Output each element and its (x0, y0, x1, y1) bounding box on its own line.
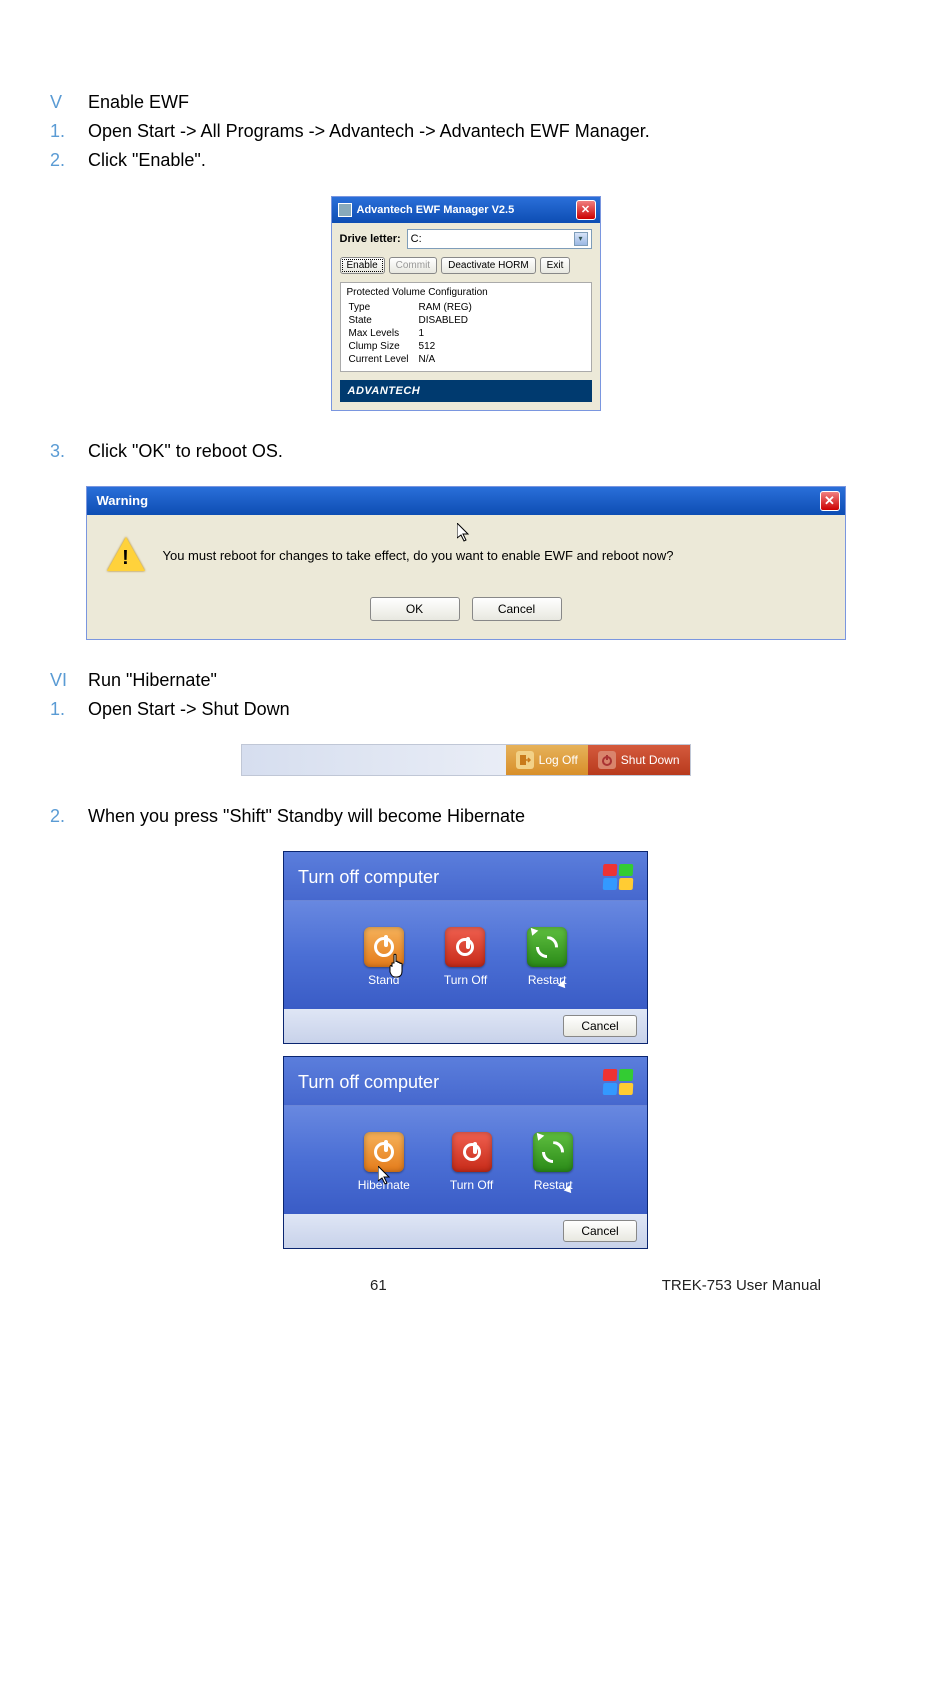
logoff-label: Log Off (539, 753, 578, 767)
standby-button[interactable]: Stand (364, 927, 404, 987)
config-row: Max Levels1 (349, 328, 480, 339)
drive-select[interactable]: C: ▾ (407, 229, 592, 249)
step-num: 2. (50, 804, 88, 829)
turnoff-icon (452, 1132, 492, 1172)
deactivate-horm-button[interactable]: Deactivate HORM (441, 257, 536, 274)
turnoff-label: Turn Off (444, 973, 487, 987)
app-icon (338, 203, 352, 217)
config-row: StateDISABLED (349, 315, 480, 326)
step-v-1: 1. Open Start -> All Programs -> Advante… (50, 119, 881, 144)
logoff-icon (516, 751, 534, 769)
step-text: Open Start -> Shut Down (88, 697, 290, 722)
start-menu-bottom-bar: Log Off Shut Down (241, 744, 691, 776)
section-v-numeral: V (50, 90, 88, 115)
section-vi: VI Run "Hibernate" (50, 668, 881, 693)
step-num: 1. (50, 119, 88, 144)
section-vi-title: Run "Hibernate" (88, 668, 217, 693)
windows-logo-icon (601, 862, 635, 892)
config-row: Current LevelN/A (349, 354, 480, 365)
turn-off-title: Turn off computer (298, 867, 439, 888)
logoff-button[interactable]: Log Off (506, 745, 588, 775)
step-num: 1. (50, 697, 88, 722)
restart-icon (533, 1132, 573, 1172)
step-text: Open Start -> All Programs -> Advantech … (88, 119, 650, 144)
chevron-down-icon: ▾ (574, 232, 588, 246)
doc-title: TREK-753 User Manual (662, 1277, 821, 1294)
shutdown-label: Shut Down (621, 753, 680, 767)
drive-value: C: (411, 233, 422, 245)
turn-off-computer-dialog-standby: Turn off computer Stand Turn Off Resta (283, 851, 648, 1044)
warning-titlebar: Warning ✕ (87, 487, 845, 515)
hibernate-button[interactable]: Hibernate (358, 1132, 410, 1192)
warning-icon: ! (107, 537, 145, 575)
cursor-arrow-icon (378, 1166, 392, 1186)
ok-button[interactable]: OK (370, 597, 460, 621)
warning-title-text: Warning (97, 493, 820, 508)
turn-off-title: Turn off computer (298, 1072, 439, 1093)
step-num: 3. (50, 439, 88, 464)
close-icon[interactable]: ✕ (576, 200, 596, 220)
warning-dialog: Warning ✕ ! You must reboot for changes … (86, 486, 846, 640)
drive-label: Drive letter: (340, 233, 401, 245)
cancel-button[interactable]: Cancel (472, 597, 562, 621)
turnoff-label: Turn Off (450, 1178, 493, 1192)
restart-icon (527, 927, 567, 967)
enable-button[interactable]: Enable (340, 257, 385, 274)
shutdown-icon (598, 751, 616, 769)
close-icon[interactable]: ✕ (820, 491, 840, 511)
commit-button[interactable]: Commit (389, 257, 437, 274)
turnoff-icon (445, 927, 485, 967)
restart-button[interactable]: Restart (533, 1132, 573, 1192)
config-row: TypeRAM (REG) (349, 302, 480, 313)
step-vi-2: 2. When you press "Shift" Standby will b… (50, 804, 881, 829)
ewf-title-text: Advantech EWF Manager V2.5 (357, 204, 576, 216)
config-header: Protected Volume Configuration (347, 287, 585, 298)
advantech-logo: ADVANTECH (340, 380, 592, 402)
section-v-title: Enable EWF (88, 90, 189, 115)
cancel-button[interactable]: Cancel (563, 1220, 637, 1242)
step-vi-1: 1. Open Start -> Shut Down (50, 697, 881, 722)
restart-button[interactable]: Restart (527, 927, 567, 987)
windows-logo-icon (601, 1067, 635, 1097)
protected-volume-config: Protected Volume Configuration TypeRAM (… (340, 282, 592, 372)
cancel-button[interactable]: Cancel (563, 1015, 637, 1037)
config-row: Clump Size512 (349, 341, 480, 352)
turnoff-button[interactable]: Turn Off (450, 1132, 493, 1192)
cursor-arrow-icon (457, 523, 471, 543)
hand-cursor-icon (388, 953, 410, 979)
section-v: V Enable EWF (50, 90, 881, 115)
page-footer: 61 TREK-753 User Manual (50, 1277, 881, 1294)
step-text: Click "Enable". (88, 148, 206, 173)
page-number: 61 (370, 1277, 387, 1294)
step-text: When you press "Shift" Standby will beco… (88, 804, 525, 829)
step-text: Click "OK" to reboot OS. (88, 439, 283, 464)
step-v-2: 2. Click "Enable". (50, 148, 881, 173)
step-num: 2. (50, 148, 88, 173)
shutdown-button[interactable]: Shut Down (588, 745, 690, 775)
step-v-3: 3. Click "OK" to reboot OS. (50, 439, 881, 464)
exit-button[interactable]: Exit (540, 257, 571, 274)
turnoff-button[interactable]: Turn Off (444, 927, 487, 987)
ewf-titlebar: Advantech EWF Manager V2.5 ✕ (332, 197, 600, 223)
warning-message: You must reboot for changes to take effe… (163, 548, 674, 563)
ewf-manager-window: Advantech EWF Manager V2.5 ✕ Drive lette… (331, 196, 601, 411)
turn-off-computer-dialog-hibernate: Turn off computer Hibernate Turn Off R (283, 1056, 648, 1249)
section-vi-numeral: VI (50, 668, 88, 693)
